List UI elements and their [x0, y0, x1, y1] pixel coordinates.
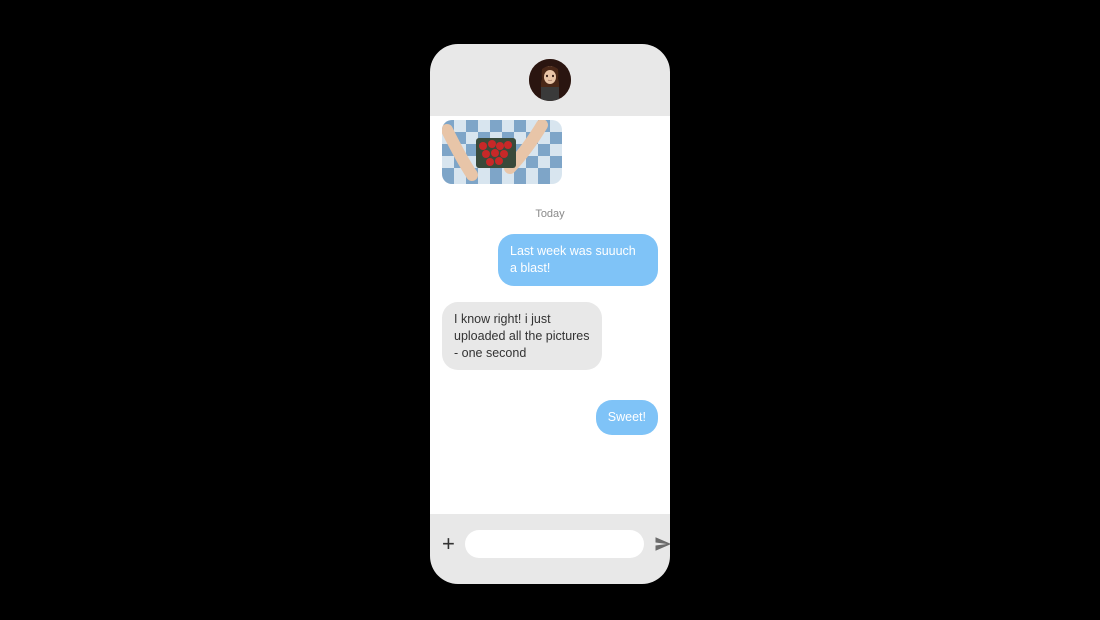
message-sent: Sweet!	[596, 400, 658, 435]
date-separator: Today	[442, 208, 658, 220]
chat-header	[430, 44, 670, 116]
send-button[interactable]	[654, 534, 670, 554]
image-attachment-received[interactable]	[442, 120, 562, 184]
chat-scroll[interactable]: Today Last week was suuuch a blast! I kn…	[430, 116, 670, 514]
message-input[interactable]	[465, 530, 644, 558]
message-received: I know right! i just uploaded all the pi…	[442, 302, 602, 371]
contact-avatar[interactable]	[529, 59, 571, 101]
message-composer: +	[430, 514, 670, 584]
phone-frame: Today Last week was suuuch a blast! I kn…	[430, 44, 670, 584]
plus-icon[interactable]: +	[442, 533, 455, 555]
message-sent: Last week was suuuch a blast!	[498, 234, 658, 286]
paper-plane-icon	[654, 535, 670, 553]
